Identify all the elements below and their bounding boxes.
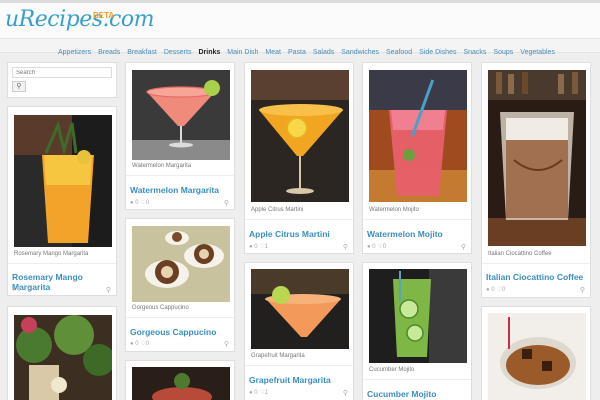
recipe-stats: ● 0 ♡1: [249, 390, 269, 396]
share-icon[interactable]: ⚲: [343, 243, 348, 251]
recipe-card[interactable]: Apple Citrus Martini Apple Citrus Martin…: [244, 62, 354, 254]
share-icon[interactable]: ⚲: [343, 389, 348, 397]
nav-item-meat[interactable]: Meat: [265, 49, 281, 56]
nav-item-snacks[interactable]: Snacks: [463, 49, 486, 56]
recipe-card[interactable]: [7, 306, 117, 400]
recipe-stats: ● 0 ♡0: [130, 200, 150, 206]
recipe-caption: Rosemary Mango Margarita: [14, 251, 89, 257]
recipe-title-link[interactable]: Grapefruit Margarita: [249, 375, 331, 385]
recipe-image[interactable]: [14, 315, 112, 400]
nav-item-pasta[interactable]: Pasta: [288, 49, 306, 56]
recipe-card[interactable]: Italian Ciocattino Coffee Italian Ciocat…: [481, 62, 591, 298]
recipe-card[interactable]: [125, 360, 235, 400]
share-icon[interactable]: ⚲: [461, 243, 466, 251]
like-icon[interactable]: ●: [130, 200, 134, 206]
recipe-title-link[interactable]: Italian Ciocattino Coffee: [486, 272, 583, 282]
beta-badge: BETA: [93, 11, 115, 20]
recipe-image[interactable]: [488, 70, 586, 246]
nav-item-desserts[interactable]: Desserts: [164, 49, 192, 56]
recipe-caption: Watermelon Mojito: [369, 207, 419, 213]
category-nav: Appetizers Breads Breakfast Desserts Drinks M…: [0, 38, 600, 56]
recipe-image[interactable]: [251, 70, 349, 202]
like-icon[interactable]: ●: [12, 287, 16, 293]
recipe-caption: Cucumber Mojito: [369, 367, 415, 373]
nav-item-breads[interactable]: Breads: [98, 49, 120, 56]
recipe-image[interactable]: [369, 269, 467, 363]
recipe-image[interactable]: [251, 269, 349, 349]
nav-item-drinks[interactable]: Drinks: [198, 49, 220, 56]
recipe-card[interactable]: Gorgeous Cappucino Gorgeous Cappucino ● …: [125, 218, 235, 352]
header: uRecipes.com BETA: [0, 0, 600, 38]
nav-item-vegetables[interactable]: Vegetables: [520, 49, 555, 56]
recipe-stats: ● 0 ♡0: [367, 244, 387, 250]
recipe-card[interactable]: Cucumber Mojito Cucumber Mojito: [362, 262, 472, 400]
recipe-image[interactable]: [132, 70, 230, 160]
nav-item-main-dish[interactable]: Main Dish: [227, 49, 258, 56]
nav-item-appetizers[interactable]: Appetizers: [58, 49, 91, 56]
recipe-image[interactable]: [132, 367, 230, 400]
recipe-stats: ● 0 ♡0: [130, 341, 150, 347]
recipe-title-link[interactable]: Cucumber Mojito: [367, 389, 436, 399]
nav-item-salads[interactable]: Salads: [313, 49, 334, 56]
recipe-card[interactable]: Rosemary Mango Margarita Rosemary Mango …: [7, 106, 117, 296]
recipe-title-link[interactable]: Gorgeous Cappucino: [130, 327, 216, 337]
share-icon[interactable]: ⚲: [224, 199, 229, 207]
share-icon[interactable]: ⚲: [106, 286, 111, 294]
recipe-stats: ● 0 ♡1: [249, 244, 269, 250]
recipe-title-link[interactable]: Watermelon Mojito: [367, 229, 443, 239]
recipe-card[interactable]: Watermelon Mojito Watermelon Mojito ● 0 …: [362, 62, 472, 254]
nav-item-seafood[interactable]: Seafood: [386, 49, 412, 56]
recipe-title-link[interactable]: Watermelon Margarita: [130, 185, 219, 195]
share-icon[interactable]: ⚲: [224, 340, 229, 348]
recipe-image[interactable]: [488, 313, 586, 400]
search-input[interactable]: [12, 67, 112, 78]
share-icon[interactable]: ⚲: [580, 286, 585, 294]
nav-item-side-dishes[interactable]: Side Dishes: [419, 49, 456, 56]
like-icon[interactable]: ●: [486, 287, 490, 293]
nav-item-soups[interactable]: Soups: [493, 49, 513, 56]
nav-item-breakfast[interactable]: Breakfast: [127, 49, 157, 56]
recipe-caption: Watermelon Margarita: [132, 163, 192, 169]
recipe-image[interactable]: [14, 115, 112, 247]
recipe-card[interactable]: [481, 306, 591, 400]
like-icon[interactable]: ●: [249, 244, 253, 250]
recipe-caption: Italian Ciocattino Coffee: [488, 251, 552, 257]
recipe-image[interactable]: [132, 226, 230, 302]
site-logo[interactable]: uRecipes.com: [5, 7, 154, 32]
search-box: ⚲: [7, 62, 117, 98]
recipe-stats: ● 0 ♡0: [486, 287, 506, 293]
recipe-caption: Gorgeous Cappucino: [132, 305, 189, 311]
like-icon[interactable]: ●: [130, 341, 134, 347]
recipe-caption: Apple Citrus Martini: [251, 207, 304, 213]
recipe-title-link[interactable]: Apple Citrus Martini: [249, 229, 330, 239]
search-icon: ⚲: [16, 83, 22, 90]
recipe-caption: Grapefruit Margarita: [251, 353, 305, 359]
like-icon[interactable]: ●: [249, 390, 253, 396]
recipe-stats: ● 0 ♡0: [12, 287, 32, 293]
recipe-image[interactable]: [369, 70, 467, 202]
like-icon[interactable]: ●: [367, 244, 371, 250]
nav-item-sandwiches[interactable]: Sandwiches: [341, 49, 379, 56]
recipe-card[interactable]: Grapefruit Margarita Grapefruit Margarit…: [244, 262, 354, 400]
recipe-card[interactable]: Watermelon Margarita Watermelon Margarit…: [125, 62, 235, 210]
search-button[interactable]: ⚲: [12, 81, 26, 92]
